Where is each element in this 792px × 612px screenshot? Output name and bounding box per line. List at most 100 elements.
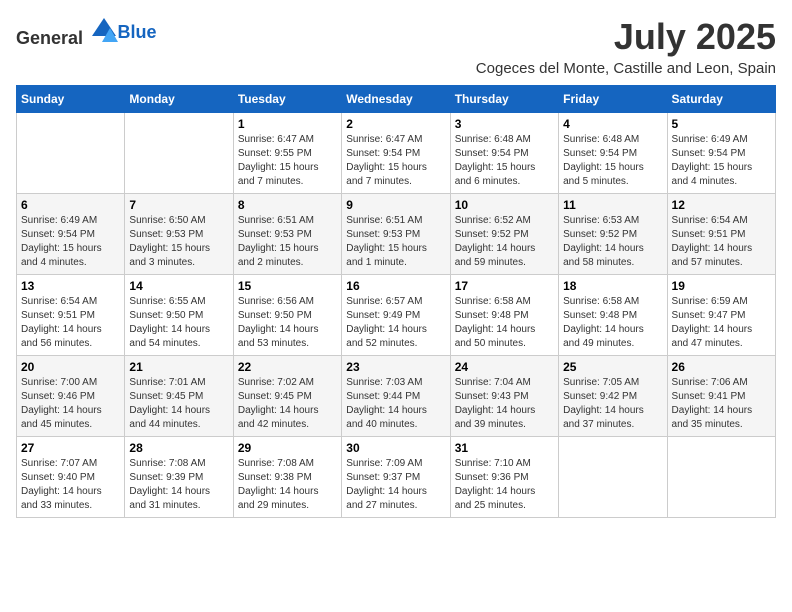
day-number: 26 <box>672 360 771 374</box>
calendar-week-row: 6 Sunrise: 6:49 AM Sunset: 9:54 PM Daylig… <box>17 194 776 275</box>
day-number: 6 <box>21 198 120 212</box>
calendar-day-cell: 14 Sunrise: 6:55 AM Sunset: 9:50 PM Dayli… <box>125 275 233 356</box>
day-number: 30 <box>346 441 445 455</box>
day-info: Sunrise: 6:51 AM Sunset: 9:53 PM Dayligh… <box>238 214 337 270</box>
calendar-day-cell: 27 Sunrise: 7:07 AM Sunset: 9:40 PM Dayli… <box>17 437 125 518</box>
calendar-day-cell: 21 Sunrise: 7:01 AM Sunset: 9:45 PM Dayli… <box>125 356 233 437</box>
calendar-header-cell: Monday <box>125 86 233 113</box>
day-number: 24 <box>455 360 554 374</box>
day-info: Sunrise: 6:54 AM Sunset: 9:51 PM Dayligh… <box>672 214 771 270</box>
calendar-header-row: SundayMondayTuesdayWednesdayThursdayFrid… <box>17 86 776 113</box>
day-number: 7 <box>129 198 228 212</box>
day-info: Sunrise: 7:00 AM Sunset: 9:46 PM Dayligh… <box>21 376 120 432</box>
calendar-day-cell: 13 Sunrise: 6:54 AM Sunset: 9:51 PM Dayli… <box>17 275 125 356</box>
calendar-day-cell: 4 Sunrise: 6:48 AM Sunset: 9:54 PM Daylig… <box>559 113 667 194</box>
day-number: 16 <box>346 279 445 293</box>
day-number: 25 <box>563 360 662 374</box>
calendar-table: SundayMondayTuesdayWednesdayThursdayFrid… <box>16 85 776 518</box>
calendar-header-cell: Thursday <box>450 86 558 113</box>
calendar-day-cell: 20 Sunrise: 7:00 AM Sunset: 9:46 PM Dayli… <box>17 356 125 437</box>
day-number: 13 <box>21 279 120 293</box>
calendar-day-cell: 11 Sunrise: 6:53 AM Sunset: 9:52 PM Dayli… <box>559 194 667 275</box>
day-number: 3 <box>455 117 554 131</box>
day-info: Sunrise: 7:03 AM Sunset: 9:44 PM Dayligh… <box>346 376 445 432</box>
calendar-header-cell: Friday <box>559 86 667 113</box>
day-number: 12 <box>672 198 771 212</box>
day-number: 28 <box>129 441 228 455</box>
day-number: 14 <box>129 279 228 293</box>
day-info: Sunrise: 6:47 AM Sunset: 9:55 PM Dayligh… <box>238 133 337 189</box>
calendar-day-cell: 28 Sunrise: 7:08 AM Sunset: 9:39 PM Dayli… <box>125 437 233 518</box>
day-info: Sunrise: 6:48 AM Sunset: 9:54 PM Dayligh… <box>455 133 554 189</box>
calendar-day-cell: 26 Sunrise: 7:06 AM Sunset: 9:41 PM Dayli… <box>667 356 775 437</box>
calendar-day-cell: 1Sunrise: 6:47 AM Sunset: 9:55 PM Daylig… <box>233 113 341 194</box>
day-number: 10 <box>455 198 554 212</box>
day-info: Sunrise: 6:58 AM Sunset: 9:48 PM Dayligh… <box>563 295 662 351</box>
day-info: Sunrise: 6:57 AM Sunset: 9:49 PM Dayligh… <box>346 295 445 351</box>
calendar-day-cell: 12 Sunrise: 6:54 AM Sunset: 9:51 PM Dayli… <box>667 194 775 275</box>
day-number: 21 <box>129 360 228 374</box>
day-number: 11 <box>563 198 662 212</box>
day-number: 17 <box>455 279 554 293</box>
calendar-day-cell: 24Sunrise: 7:04 AM Sunset: 9:43 PM Dayli… <box>450 356 558 437</box>
calendar-day-cell: 2Sunrise: 6:47 AM Sunset: 9:54 PM Daylig… <box>342 113 450 194</box>
calendar-week-row: 13 Sunrise: 6:54 AM Sunset: 9:51 PM Dayli… <box>17 275 776 356</box>
calendar-day-cell: 30 Sunrise: 7:09 AM Sunset: 9:37 PM Dayli… <box>342 437 450 518</box>
logo-icon <box>90 16 118 44</box>
calendar-day-cell: 22Sunrise: 7:02 AM Sunset: 9:45 PM Dayli… <box>233 356 341 437</box>
calendar-day-cell <box>667 437 775 518</box>
day-info: Sunrise: 6:52 AM Sunset: 9:52 PM Dayligh… <box>455 214 554 270</box>
day-info: Sunrise: 6:53 AM Sunset: 9:52 PM Dayligh… <box>563 214 662 270</box>
month-title: July 2025 <box>476 16 776 58</box>
calendar-body: 1Sunrise: 6:47 AM Sunset: 9:55 PM Daylig… <box>17 113 776 518</box>
day-number: 27 <box>21 441 120 455</box>
calendar-day-cell: 29 Sunrise: 7:08 AM Sunset: 9:38 PM Dayli… <box>233 437 341 518</box>
calendar-day-cell: 10 Sunrise: 6:52 AM Sunset: 9:52 PM Dayli… <box>450 194 558 275</box>
calendar-day-cell: 15Sunrise: 6:56 AM Sunset: 9:50 PM Dayli… <box>233 275 341 356</box>
location-title: Cogeces del Monte, Castille and Leon, Sp… <box>476 60 776 77</box>
day-info: Sunrise: 7:01 AM Sunset: 9:45 PM Dayligh… <box>129 376 228 432</box>
day-info: Sunrise: 7:08 AM Sunset: 9:38 PM Dayligh… <box>238 457 337 513</box>
calendar-day-cell: 9 Sunrise: 6:51 AM Sunset: 9:53 PM Daylig… <box>342 194 450 275</box>
day-number: 29 <box>238 441 337 455</box>
day-info: Sunrise: 7:10 AM Sunset: 9:36 PM Dayligh… <box>455 457 554 513</box>
calendar-day-cell: 17 Sunrise: 6:58 AM Sunset: 9:48 PM Dayli… <box>450 275 558 356</box>
day-info: Sunrise: 7:08 AM Sunset: 9:39 PM Dayligh… <box>129 457 228 513</box>
day-info: Sunrise: 6:49 AM Sunset: 9:54 PM Dayligh… <box>21 214 120 270</box>
calendar-day-cell <box>125 113 233 194</box>
day-info: Sunrise: 7:06 AM Sunset: 9:41 PM Dayligh… <box>672 376 771 432</box>
day-number: 4 <box>563 117 662 131</box>
title-area: July 2025 Cogeces del Monte, Castille an… <box>476 16 776 77</box>
day-number: 23 <box>346 360 445 374</box>
day-number: 5 <box>672 117 771 131</box>
calendar-week-row: 1Sunrise: 6:47 AM Sunset: 9:55 PM Daylig… <box>17 113 776 194</box>
calendar-day-cell <box>17 113 125 194</box>
day-info: Sunrise: 6:50 AM Sunset: 9:53 PM Dayligh… <box>129 214 228 270</box>
calendar-header-cell: Wednesday <box>342 86 450 113</box>
calendar-day-cell: 25Sunrise: 7:05 AM Sunset: 9:42 PM Dayli… <box>559 356 667 437</box>
calendar-day-cell: 19Sunrise: 6:59 AM Sunset: 9:47 PM Dayli… <box>667 275 775 356</box>
day-info: Sunrise: 7:07 AM Sunset: 9:40 PM Dayligh… <box>21 457 120 513</box>
calendar-header-cell: Sunday <box>17 86 125 113</box>
day-info: Sunrise: 6:54 AM Sunset: 9:51 PM Dayligh… <box>21 295 120 351</box>
calendar-week-row: 27 Sunrise: 7:07 AM Sunset: 9:40 PM Dayli… <box>17 437 776 518</box>
day-number: 22 <box>238 360 337 374</box>
calendar-day-cell: 16 Sunrise: 6:57 AM Sunset: 9:49 PM Dayli… <box>342 275 450 356</box>
day-number: 20 <box>21 360 120 374</box>
day-info: Sunrise: 6:51 AM Sunset: 9:53 PM Dayligh… <box>346 214 445 270</box>
day-info: Sunrise: 6:58 AM Sunset: 9:48 PM Dayligh… <box>455 295 554 351</box>
day-info: Sunrise: 6:55 AM Sunset: 9:50 PM Dayligh… <box>129 295 228 351</box>
header: General Blue July 2025 Cogeces del Monte… <box>16 16 776 77</box>
day-number: 31 <box>455 441 554 455</box>
calendar-day-cell: 31 Sunrise: 7:10 AM Sunset: 9:36 PM Dayli… <box>450 437 558 518</box>
calendar-header-cell: Tuesday <box>233 86 341 113</box>
calendar-day-cell: 5 Sunrise: 6:49 AM Sunset: 9:54 PM Daylig… <box>667 113 775 194</box>
day-info: Sunrise: 7:09 AM Sunset: 9:37 PM Dayligh… <box>346 457 445 513</box>
calendar-day-cell: 23 Sunrise: 7:03 AM Sunset: 9:44 PM Dayli… <box>342 356 450 437</box>
day-number: 9 <box>346 198 445 212</box>
calendar-day-cell: 3 Sunrise: 6:48 AM Sunset: 9:54 PM Daylig… <box>450 113 558 194</box>
day-info: Sunrise: 6:48 AM Sunset: 9:54 PM Dayligh… <box>563 133 662 189</box>
day-info: Sunrise: 6:49 AM Sunset: 9:54 PM Dayligh… <box>672 133 771 189</box>
calendar-day-cell <box>559 437 667 518</box>
day-number: 15 <box>238 279 337 293</box>
